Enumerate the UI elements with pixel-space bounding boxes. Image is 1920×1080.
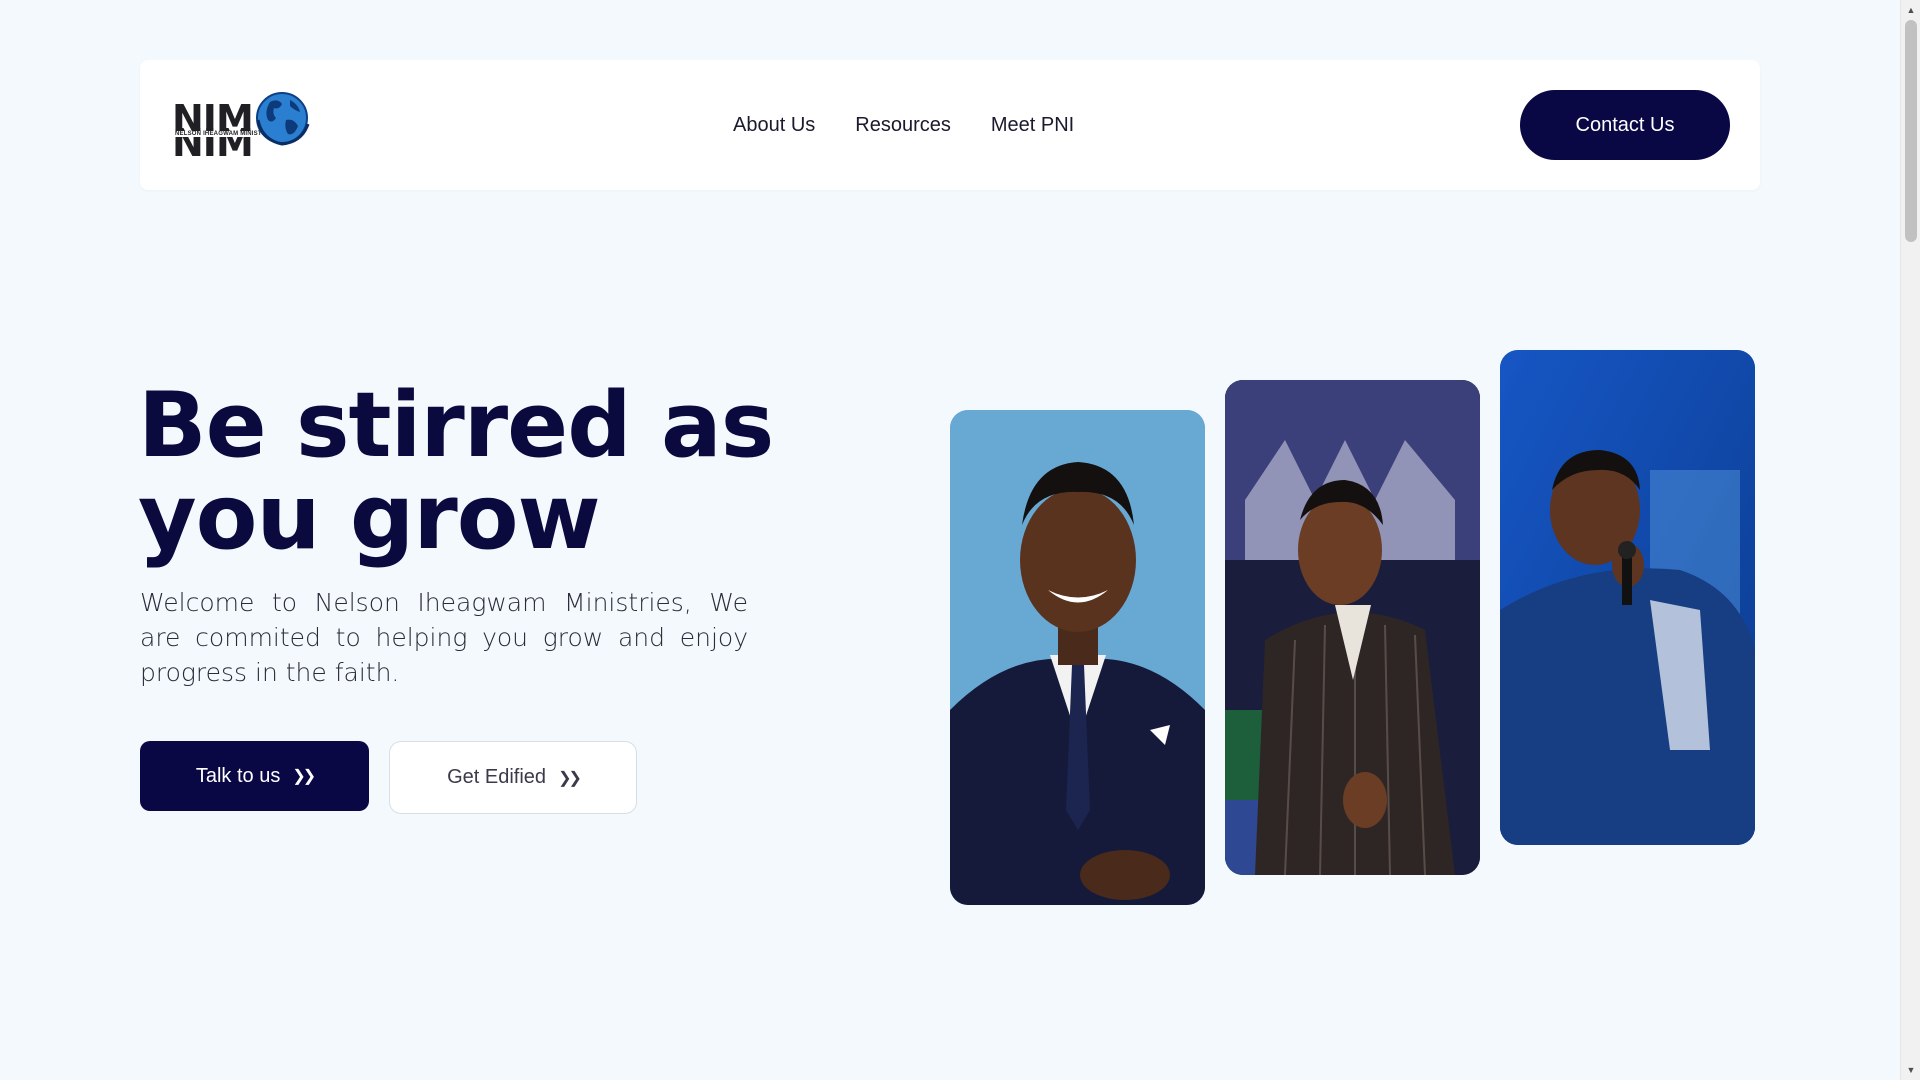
hero-title-line-2: you grow <box>138 465 601 570</box>
site-logo[interactable]: NIM NIM NELSON IHEAGWAM MINISTRIES <box>172 90 310 165</box>
double-chevron-right-icon: ❯❯ <box>292 768 316 785</box>
portrait-photo-art <box>950 410 1205 905</box>
nav-link-about-us[interactable]: About Us <box>733 114 815 137</box>
preaching-photo <box>1225 380 1480 875</box>
worship-singing-photo <box>1500 350 1755 845</box>
nav-link-meet-pni[interactable]: Meet PNI <box>991 114 1074 137</box>
contact-us-button[interactable]: Contact Us <box>1520 90 1730 160</box>
scroll-down-icon[interactable]: ▼ <box>1901 1062 1920 1078</box>
scroll-up-icon[interactable]: ▲ <box>1901 2 1920 18</box>
navbar: NIM NIM NELSON IHEAGWAM MINISTRIES About… <box>140 60 1760 190</box>
get-edified-button[interactable]: Get Edified ❯❯ <box>389 741 637 814</box>
worship-singing-photo-art <box>1500 350 1755 845</box>
double-chevron-right-icon: ❯❯ <box>558 769 582 787</box>
logo-text-bottom: NIM <box>172 121 254 165</box>
talk-to-us-label: Talk to us <box>195 764 281 787</box>
talk-to-us-button[interactable]: Talk to us ❯❯ <box>140 741 369 811</box>
scroll-thumb[interactable] <box>1905 20 1917 242</box>
globe-icon <box>256 92 310 146</box>
get-edified-label: Get Edified <box>447 766 547 788</box>
portrait-photo <box>950 410 1205 905</box>
nav-link-resources[interactable]: Resources <box>855 114 951 137</box>
main-nav: About Us Resources Meet PNI <box>733 60 1074 190</box>
preaching-photo-art <box>1225 380 1480 875</box>
hero-description: Welcome to Nelson Iheagwam Ministries, W… <box>140 588 748 687</box>
hero-title: Be stirred as you grow <box>138 380 818 564</box>
page-scrollbar[interactable]: ▲ ▼ <box>1900 0 1920 1080</box>
hero-title-line-1: Be stirred as <box>138 373 774 478</box>
